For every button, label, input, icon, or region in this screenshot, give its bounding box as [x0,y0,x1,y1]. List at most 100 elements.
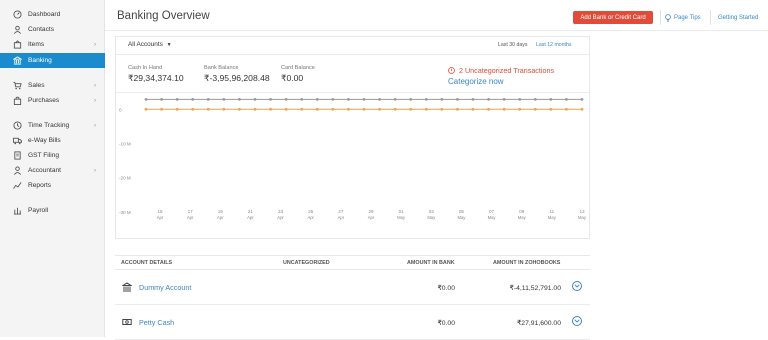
chevron-right-icon: › [94,97,96,104]
chevron-right-icon: › [94,82,96,89]
data-point [253,107,257,111]
data-point [206,107,210,111]
divider [660,10,661,25]
data-point [424,97,428,101]
sidebar-item-items[interactable]: Items › [0,37,105,52]
cash-in-hand-label: Cash In Hand [128,65,163,71]
data-point [331,107,335,111]
x-tick-label: 07 [489,209,495,214]
x-tick-label: 21 [248,209,254,214]
payroll-icon [12,206,23,215]
data-point [315,97,319,101]
account-filter-dropdown[interactable]: All Accounts ▼ [128,41,172,48]
x-tick-label: Apr [187,215,194,220]
dashboard-icon [12,10,23,19]
bank-icon [12,56,23,65]
sidebar-item-dashboard[interactable]: Dashboard [0,7,105,22]
sidebar-item-purchases[interactable]: Purchases › [0,93,105,108]
x-tick-label: 23 [278,209,284,214]
document-icon [12,151,23,160]
divider [710,10,711,25]
page-title: Banking Overview [117,10,210,22]
x-tick-label: 15 [157,209,163,214]
data-point [238,97,241,101]
chevron-right-icon: › [94,41,96,48]
data-point [144,107,148,111]
x-tick-label: Apr [368,215,375,220]
range-last-12-months[interactable]: Last 12 months [536,42,571,48]
data-point [580,97,584,101]
sidebar-item-label: Banking [28,57,52,64]
data-point [471,107,475,111]
x-tick-label: 03 [429,209,435,214]
bank-icon [121,281,133,293]
card-balance-label: Card Balance [281,65,315,71]
sidebar-item-banking[interactable]: Banking [0,53,105,68]
categorize-now-link[interactable]: Categorize now [448,77,504,86]
sidebar-item-label: Payroll [28,207,49,214]
sidebar-item-accountant[interactable]: Accountant › [0,163,105,178]
data-point [269,97,272,101]
data-point [502,107,506,111]
sidebar-item-label: Sales [28,82,45,89]
data-point [549,107,553,111]
chevron-right-icon: › [94,167,96,174]
lightbulb-icon [665,13,671,22]
amount-in-zohobooks: ₹27,91,600.00 [516,320,561,327]
data-point [518,107,522,111]
data-point [456,107,459,111]
sidebar-item-label: Purchases [28,97,60,104]
data-point [502,97,506,101]
table-row[interactable]: Petty Cash ₹0.00 ₹27,91,600.00 [115,305,590,340]
data-point [378,97,381,101]
data-point [284,107,288,111]
data-point [160,97,163,101]
data-point [300,107,304,111]
x-tick-label: May [578,215,587,220]
data-point [533,107,537,111]
account-name-link[interactable]: Dummy Account [139,283,191,292]
getting-started-link[interactable]: Getting Started [718,11,758,24]
data-point [409,97,413,101]
x-tick-label: Apr [307,215,314,220]
data-point [191,97,195,101]
table-row[interactable]: Dummy Account ₹0.00 ₹-4,11,52,791.00 [115,270,590,305]
sidebar-item-time-tracking[interactable]: Time Tracking › [0,118,105,133]
data-point [549,97,553,101]
divider [116,54,589,55]
data-point [409,107,413,111]
data-point [315,107,319,111]
data-point [565,97,568,101]
divider [105,30,768,31]
sidebar-item-reports[interactable]: Reports [0,178,105,193]
account-filter-label: All Accounts [128,41,163,48]
data-point [440,107,444,111]
uncategorized-text: 2 Uncategorized Transactions [459,66,555,75]
column-header: AMOUNT IN BANK [407,260,455,266]
data-point [565,107,568,111]
data-point [191,107,195,111]
page-tips-link[interactable]: Page Tips [665,11,701,24]
bag-icon [12,96,23,105]
chevron-down-icon[interactable] [572,281,582,291]
data-point [362,97,366,101]
data-point [518,97,522,101]
sidebar-item-sales[interactable]: Sales › [0,78,105,93]
sidebar-item-label: Reports [28,182,52,189]
range-last-30-days[interactable]: Last 30 days [498,42,527,48]
sidebar-item-contacts[interactable]: Contacts [0,22,105,37]
sidebar-item-e-way-bills[interactable]: e-Way Bills [0,133,105,148]
account-name-link[interactable]: Petty Cash [139,318,174,327]
data-point [533,97,537,101]
balance-chart: 0-10 M-20 M-30 M 15Apr17Apr19Apr21Apr23Ap… [119,97,587,220]
data-point [222,97,226,101]
data-point [175,107,179,111]
x-tick-label: 19 [218,209,224,214]
sidebar-item-payroll[interactable]: Payroll [0,203,105,218]
sidebar-item-gst-filing[interactable]: GST Filing [0,148,105,163]
accountant-icon [12,166,23,175]
add-bank-button[interactable]: Add Bank or Credit Card [573,11,653,24]
caret-down-icon: ▼ [166,42,172,48]
chevron-down-icon[interactable] [572,316,582,326]
data-point [487,107,490,111]
